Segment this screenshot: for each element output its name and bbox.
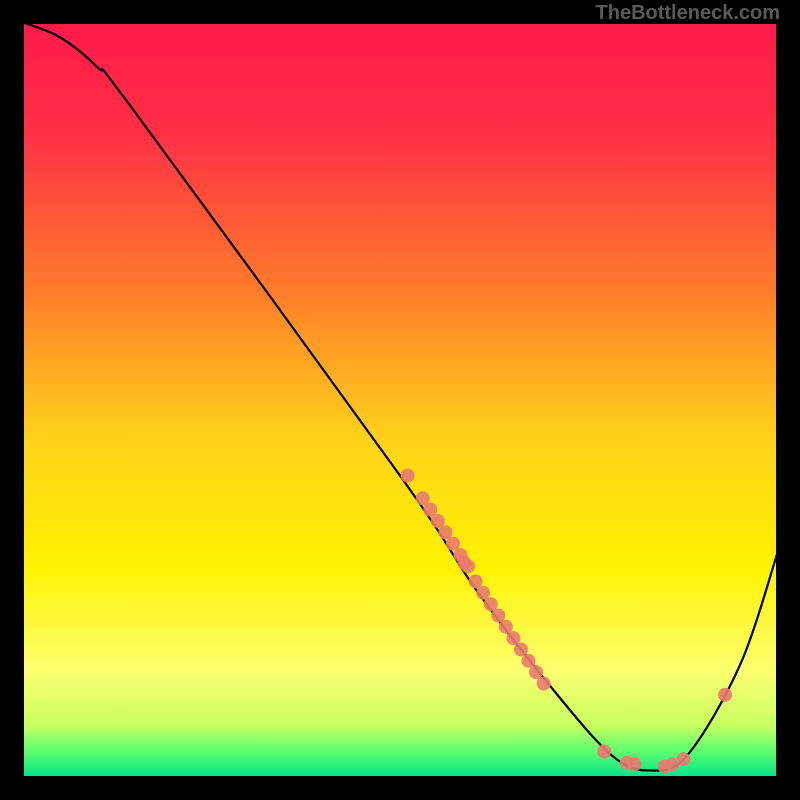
data-marker	[537, 677, 551, 691]
chart-svg	[22, 22, 778, 778]
watermark-text: TheBottleneck.com	[596, 2, 780, 25]
data-marker	[401, 469, 415, 483]
chart-frame	[22, 22, 778, 778]
data-marker	[677, 752, 691, 766]
data-marker	[461, 559, 475, 573]
data-marker	[627, 757, 641, 771]
chart-background	[22, 22, 778, 778]
data-marker	[718, 688, 732, 702]
data-marker	[597, 745, 611, 759]
